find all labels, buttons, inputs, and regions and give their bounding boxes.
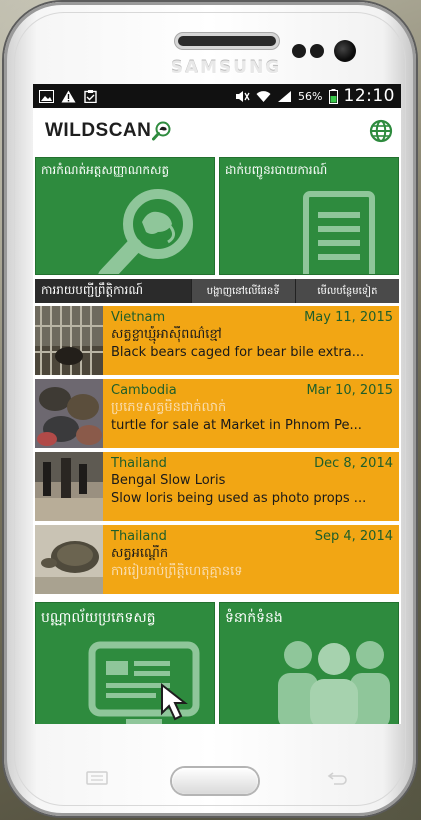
incident-country: Vietnam <box>111 310 166 325</box>
signal-icon <box>278 90 292 102</box>
incident-country: Thailand <box>111 456 167 471</box>
contact-label: ទំនាក់ទំនង <box>225 610 283 626</box>
clock: 12:10 <box>343 86 395 106</box>
proximity-sensor <box>292 44 306 58</box>
logo-text: WILDSCAN <box>45 120 152 141</box>
list-item[interactable]: Thailand Sep 4, 2014 សត្វអណ្តើក ការរៀបរា… <box>35 525 399 594</box>
incident-photo-loris <box>35 452 103 521</box>
battery-percent: 56% <box>298 89 323 103</box>
magnifier-logo-icon <box>152 121 171 141</box>
back-key-icon[interactable] <box>324 770 350 785</box>
magnifier-animal-icon <box>98 189 193 274</box>
front-camera <box>334 40 356 62</box>
computer-cursor-icon <box>88 641 200 724</box>
identify-species-tile[interactable]: ការកំណត់អត្តសញ្ញាណកសត្វ <box>35 157 215 275</box>
incident-list: Vietnam May 11, 2015 សត្វខ្លាឃ្មុំអាស៊ីព… <box>35 306 399 594</box>
globe-language-icon[interactable] <box>369 119 393 143</box>
wifi-icon <box>256 90 271 102</box>
incident-species: សត្វខ្លាឃ្មុំអាស៊ីពណ៌ខ្មៅ <box>111 327 222 342</box>
warning-icon <box>61 90 76 102</box>
incident-date: Mar 10, 2015 <box>306 383 393 398</box>
incident-species: Bengal Slow Loris <box>111 473 226 488</box>
incident-description: ការរៀបរាប់ព្រឹត្តិហេតុគ្មានទេ <box>111 564 243 579</box>
tab-show-on-map[interactable]: បង្ហាញនៅលើផែនទី <box>190 279 295 303</box>
home-button[interactable] <box>172 768 258 794</box>
incident-tab-bar: ការរាយបញ្ជីព្រឹត្តិការណ៍ បង្ហាញនៅលើផែនទី… <box>35 279 399 303</box>
incident-country: Thailand <box>111 529 167 544</box>
image-icon <box>39 89 54 103</box>
tab-incident-list[interactable]: ការរាយបញ្ជីព្រឹត្តិការណ៍ <box>35 279 191 303</box>
identify-species-label: ការកំណត់អត្តសញ្ញាណកសត្វ <box>41 163 170 177</box>
list-item[interactable]: Cambodia Mar 10, 2015 ប្រភេទសត្វមិនជាក់ល… <box>35 379 399 448</box>
app-bar: WILDSCAN <box>33 108 401 154</box>
species-library-label: បណ្ណាល័យប្រភេទសត្វ <box>41 610 156 626</box>
light-sensor <box>310 44 324 58</box>
incident-description: turtle for sale at Market in Phnom Pe... <box>111 418 362 433</box>
incident-species: ប្រភេទសត្វមិនជាក់លាក់ <box>111 400 227 415</box>
incident-country: Cambodia <box>111 383 177 398</box>
wildscan-logo: WILDSCAN <box>45 120 172 142</box>
earpiece-speaker <box>178 36 276 46</box>
incident-description: Slow loris being used as photo props ... <box>111 491 367 506</box>
submit-report-tile[interactable]: ដាក់បញ្ជូនរបាយការណ៍ <box>219 157 399 275</box>
submit-report-label: ដាក់បញ្ជូនរបាយការណ៍ <box>225 163 328 177</box>
mute-icon <box>236 90 250 102</box>
contact-tile[interactable]: ទំនាក់ទំនង <box>219 602 399 724</box>
incident-date: Dec 8, 2014 <box>314 456 393 471</box>
document-icon <box>303 191 375 274</box>
incident-photo-turtle <box>35 525 103 594</box>
menu-key-icon[interactable] <box>84 770 110 785</box>
battery-icon <box>328 88 338 104</box>
incident-species: សត្វអណ្តើក <box>111 546 169 561</box>
clipboard-icon <box>84 89 97 103</box>
status-bar: 56% 12:10 <box>33 84 401 108</box>
incident-date: Sep 4, 2014 <box>314 529 393 544</box>
device-brand: SAMSUNG <box>170 58 282 78</box>
people-group-icon <box>278 641 390 724</box>
tab-view-more[interactable]: មើលបន្ថែមទៀត <box>294 279 399 303</box>
list-item[interactable]: Thailand Dec 8, 2014 Bengal Slow Loris S… <box>35 452 399 521</box>
incident-photo-turtles <box>35 379 103 448</box>
incident-photo-bears <box>35 306 103 375</box>
incident-date: May 11, 2015 <box>304 310 393 325</box>
phone-screen: 56% 12:10 WILDSCAN ការកំណត់អត្តសញ្ញាណកសត… <box>33 84 401 724</box>
list-item[interactable]: Vietnam May 11, 2015 សត្វខ្លាឃ្មុំអាស៊ីព… <box>35 306 399 375</box>
incident-description: Black bears caged for bear bile extra... <box>111 345 365 360</box>
species-library-tile[interactable]: បណ្ណាល័យប្រភេទសត្វ <box>35 602 215 724</box>
